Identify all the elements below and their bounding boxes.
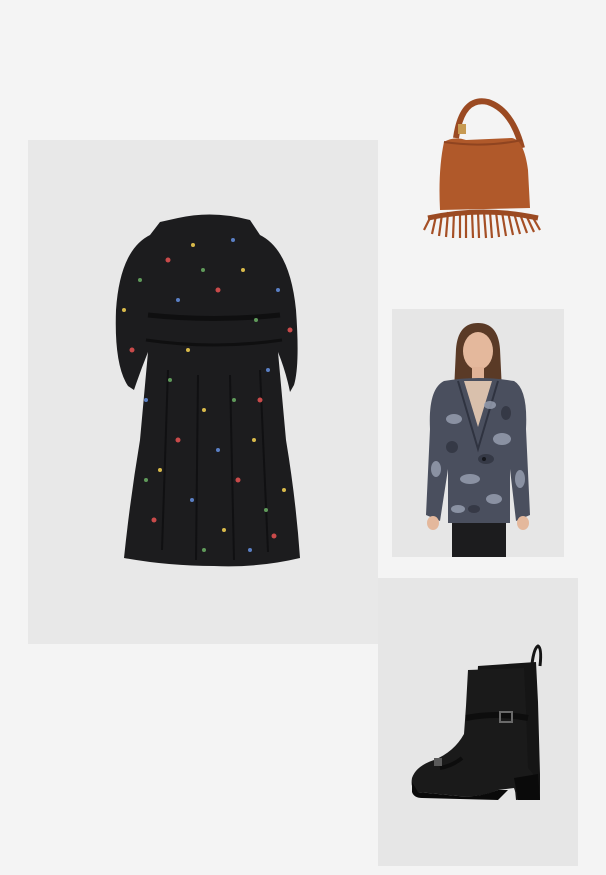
blazer-product-tile[interactable]: [392, 309, 564, 557]
boots-product-tile[interactable]: [378, 578, 578, 866]
bag-body: [439, 138, 530, 210]
dress-product-tile[interactable]: [28, 140, 378, 644]
boots-image: [378, 578, 578, 866]
bag-image: [404, 90, 554, 250]
dress-image: [28, 140, 378, 644]
bag-product-tile[interactable]: [404, 90, 554, 250]
blazer-image: [392, 309, 564, 557]
